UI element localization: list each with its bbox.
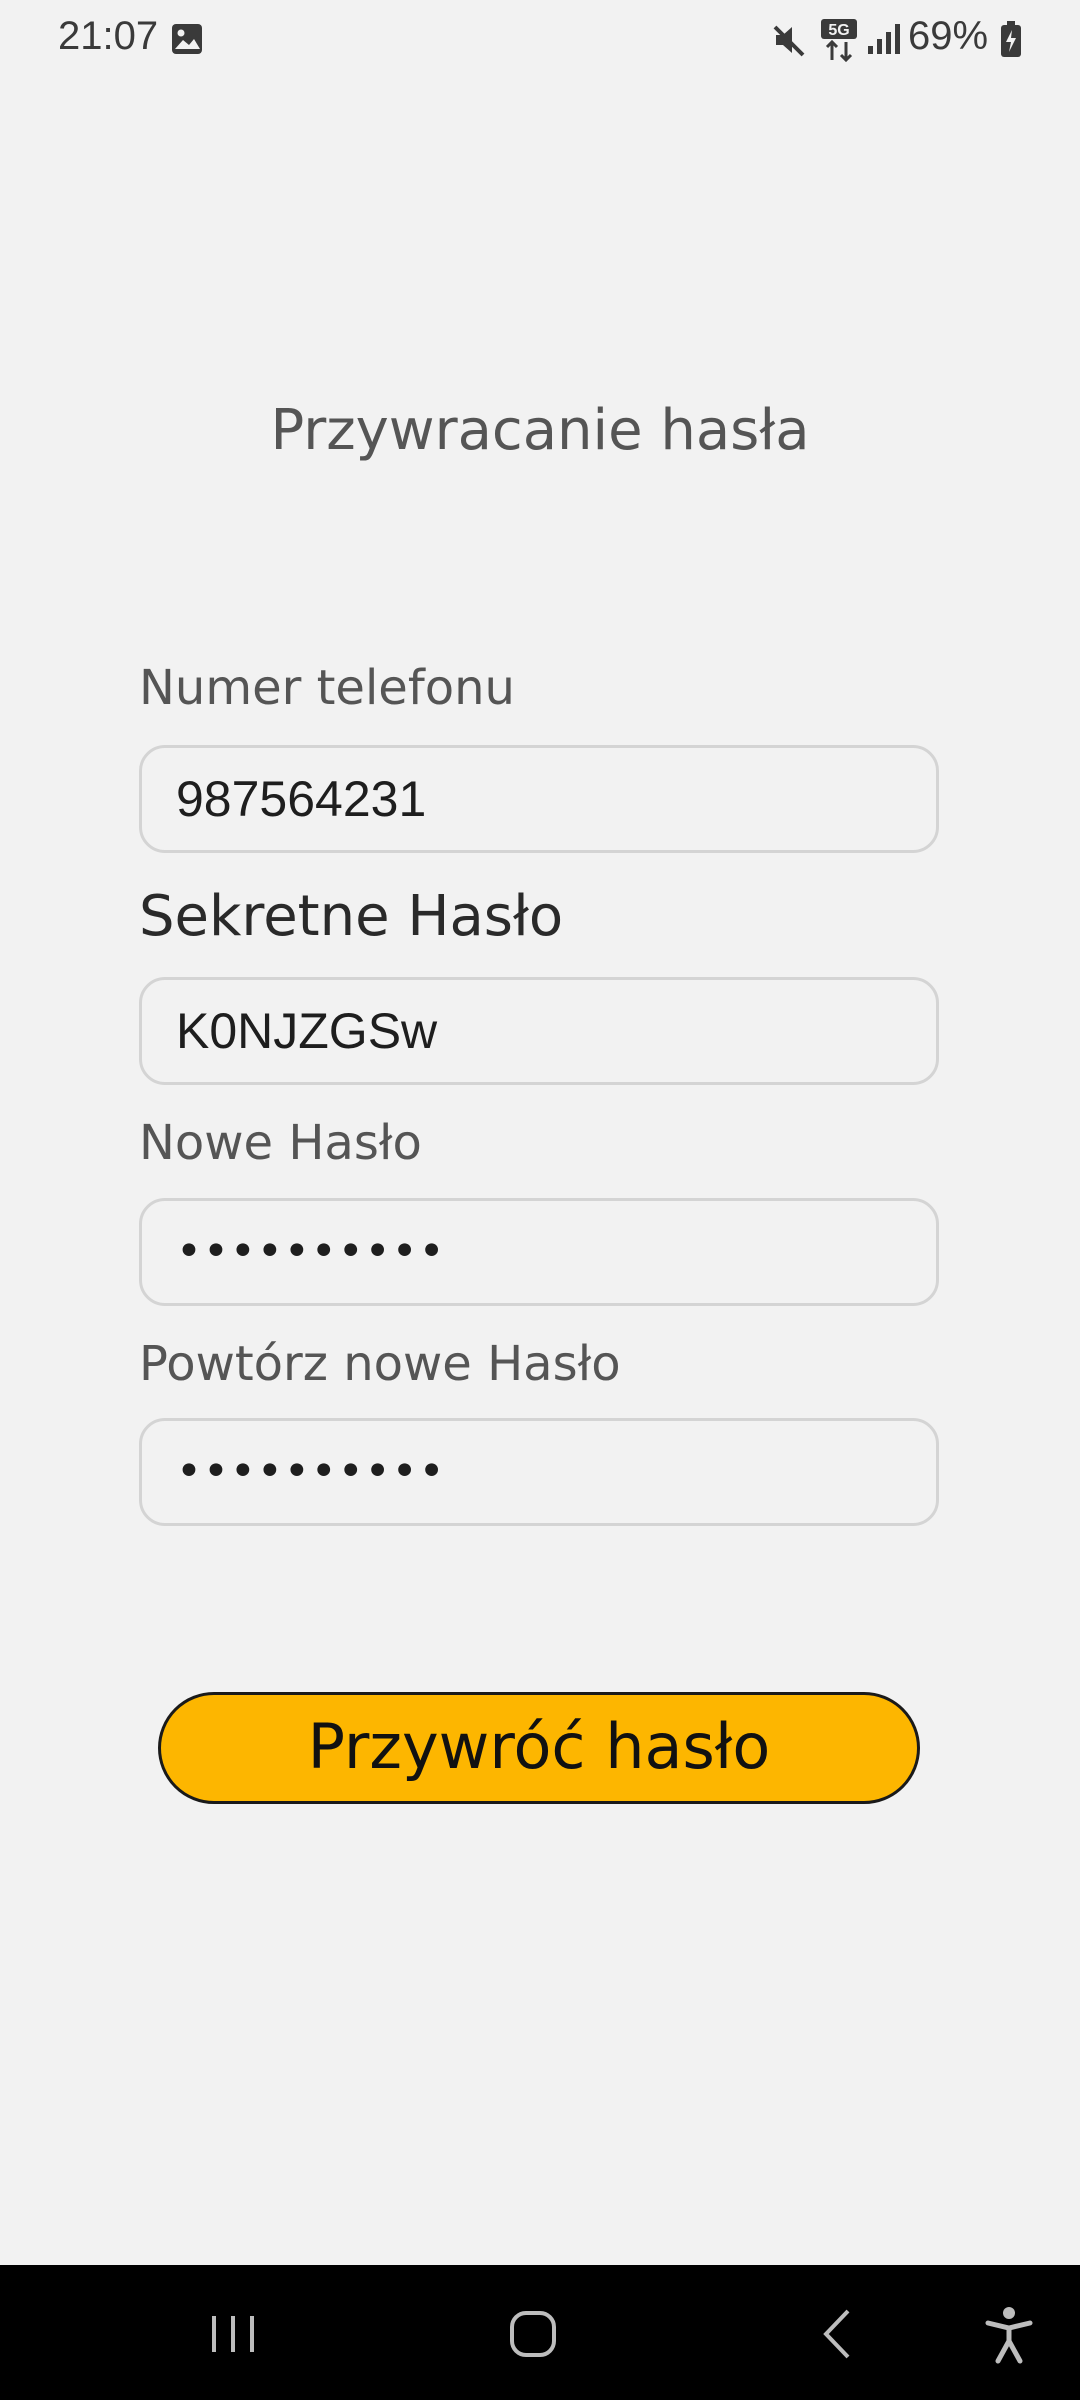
status-time: 21:07 <box>58 14 159 58</box>
svg-text:5G: 5G <box>828 22 849 39</box>
new-password-input[interactable]: •••••••••• <box>139 1198 939 1306</box>
repeat-password-value: •••••••••• <box>176 1446 446 1497</box>
phone-input[interactable]: 987564231 <box>139 745 939 853</box>
reset-password-button[interactable]: Przywróć hasło <box>158 1692 920 1804</box>
gallery-icon <box>172 24 202 54</box>
mute-icon <box>773 25 805 57</box>
secret-label: Sekretne Hasło <box>139 884 564 949</box>
page-title: Przywracanie hasła <box>270 398 810 463</box>
secret-input[interactable]: K0NJZGSw <box>139 977 939 1085</box>
navigation-bar <box>0 2265 1080 2400</box>
signal-icon <box>868 24 900 54</box>
new-password-label: Nowe Hasło <box>139 1115 422 1171</box>
5g-data-icon: 5G <box>821 19 857 62</box>
repeat-password-label: Powtórz nowe Hasło <box>139 1336 621 1392</box>
secret-value: K0NJZGSw <box>176 1003 438 1059</box>
phone-value: 987564231 <box>176 771 427 827</box>
accessibility-icon[interactable] <box>984 2305 1034 2365</box>
battery-percentage: 69% <box>908 14 989 58</box>
back-icon[interactable] <box>818 2307 854 2361</box>
repeat-password-input[interactable]: •••••••••• <box>139 1418 939 1526</box>
recent-apps-icon[interactable] <box>206 2313 260 2355</box>
status-bar: 21:07 5G 69% <box>0 0 1080 80</box>
battery-icon <box>1001 21 1021 57</box>
password-reset-screen: 21:07 5G 69% Przywracanie hasła Numer te… <box>0 0 1080 2400</box>
phone-label: Numer telefonu <box>139 660 515 716</box>
new-password-value: •••••••••• <box>176 1226 446 1277</box>
home-icon[interactable] <box>508 2309 558 2359</box>
